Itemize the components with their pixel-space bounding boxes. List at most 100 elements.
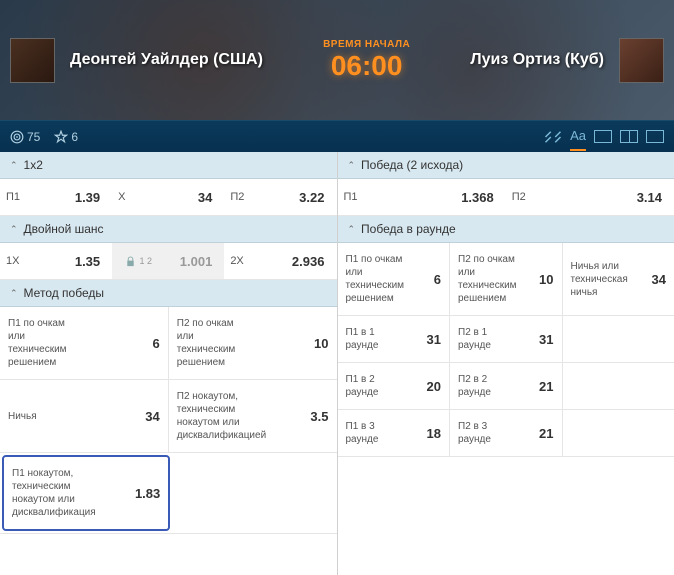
outcome-label: П2 в 3 раунде: [450, 410, 506, 456]
target-count: 75: [27, 130, 40, 144]
section-title: Метод победы: [24, 286, 104, 300]
section-header-dc[interactable]: ⌃ Двойной шанс: [0, 216, 337, 243]
market-row: П1 в 1 раунде31 П2 в 1 раунде31: [338, 316, 674, 363]
outcome-label[interactable]: П2: [506, 179, 587, 215]
outcome-label[interactable]: X: [112, 179, 165, 215]
fighter-left: Деонтей Уайлдер (США): [10, 38, 263, 83]
outcome-cell[interactable]: П2 по очкам или техническим решением10: [169, 307, 337, 379]
time-value: 06:00: [323, 50, 410, 82]
lock-icon: [125, 256, 136, 267]
outcome-label: П1 по очкам или техническим решением: [338, 243, 413, 315]
outcome-odd[interactable]: 1.35: [53, 243, 112, 279]
fighter-right: Луиз Ортиз (Куб): [470, 38, 664, 83]
font-size-toggle[interactable]: Aa: [570, 122, 586, 151]
outcome-label: П1 нокаутом, техническим нокаутом или ди…: [4, 457, 104, 529]
lock-sup: 1 2: [139, 257, 152, 266]
section-header-round[interactable]: ⌃Победа в раунде: [338, 216, 674, 243]
outcome-label: П2 в 1 раунде: [450, 316, 506, 362]
outcome-odd: 21: [506, 410, 562, 456]
outcome-cell[interactable]: П1 в 3 раунде18: [338, 410, 451, 456]
outcome-label[interactable]: 2X: [224, 243, 277, 279]
chevron-up-icon: ⌃: [10, 160, 18, 171]
market-row: П1 по очкам или техническим решением6 П2…: [338, 243, 674, 316]
outcome-label[interactable]: П2: [224, 179, 277, 215]
outcome-cell-empty: [563, 410, 674, 456]
outcome-cell[interactable]: П2 в 1 раунде31: [450, 316, 563, 362]
fighter1-avatar: [10, 38, 55, 83]
outcome-odd[interactable]: 34: [165, 179, 224, 215]
star-count: 6: [71, 130, 78, 144]
outcome-cell-selected[interactable]: П1 нокаутом, техническим нокаутом или ди…: [2, 455, 170, 531]
section-header-method[interactable]: ⌃ Метод победы: [0, 280, 337, 307]
outcome-cell-empty: [563, 316, 674, 362]
outcome-odd: 10: [253, 307, 337, 379]
outcome-odd[interactable]: 1.368: [419, 179, 506, 215]
right-column: ⌃ Победа (2 исхода) П1 1.368 П2 3.14 ⌃Поб…: [338, 152, 674, 575]
outcome-odd[interactable]: 3.22: [277, 179, 336, 215]
outcome-label: П2 по очкам или техническим решением: [450, 243, 525, 315]
chevron-up-icon: ⌃: [10, 288, 18, 299]
market-row: П1 нокаутом, техническим нокаутом или ди…: [0, 453, 337, 534]
outcome-odd: 6: [412, 243, 449, 315]
outcome-odd[interactable]: 3.14: [587, 179, 674, 215]
chevron-up-icon: ⌃: [348, 160, 356, 171]
favorites-counter[interactable]: 6: [54, 130, 78, 144]
outcome-cell[interactable]: Ничья34: [0, 380, 169, 452]
section-header-win2[interactable]: ⌃ Победа (2 исхода): [338, 152, 674, 179]
outcome-odd: 1.83: [104, 457, 169, 529]
time-label: ВРЕМЯ НАЧАЛА: [323, 39, 410, 50]
outcome-label: П1 по очкам или техническим решением: [0, 307, 84, 379]
outcome-odd: 10: [525, 243, 562, 315]
outcome-label[interactable]: П1: [338, 179, 419, 215]
outcome-cell[interactable]: П1 по очкам или техническим решением6: [338, 243, 451, 315]
layout-single[interactable]: [594, 130, 612, 143]
section-title: Победа (2 исхода): [361, 158, 463, 172]
outcome-cell[interactable]: П2 в 2 раунде21: [450, 363, 563, 409]
outcome-cell[interactable]: П1 в 1 раунде31: [338, 316, 451, 362]
outcome-label: П2 по очкам или техническим решением: [169, 307, 253, 379]
section-title: Победа в раунде: [361, 222, 456, 236]
expand-icon[interactable]: [544, 130, 562, 144]
layout-alt[interactable]: [646, 130, 664, 143]
outcome-label: П2 в 2 раунде: [450, 363, 506, 409]
outcome-cell[interactable]: Ничья или техническая ничья34: [563, 243, 674, 315]
outcome-label[interactable]: П1: [0, 179, 53, 215]
target-icon: [10, 130, 24, 144]
market-row: П1 в 2 раунде20 П2 в 2 раунде21: [338, 363, 674, 410]
target-counter[interactable]: 75: [10, 130, 40, 144]
outcome-odd[interactable]: 2.936: [277, 243, 336, 279]
outcome-label: Ничья или техническая ничья: [563, 243, 636, 315]
markets-content: ⌃1x2 П1 1.39 X 34 П2 3.22 ⌃Двойной шанс …: [0, 152, 674, 575]
toolbar: 75 6 Aa: [0, 120, 674, 152]
odds-row: П1 1.39 X 34 П2 3.22: [0, 179, 337, 216]
outcome-label[interactable]: 1X: [0, 243, 53, 279]
outcome-label: [563, 363, 619, 409]
outcome-cell[interactable]: П2 нокаутом, техническим нокаутом или ди…: [169, 380, 337, 452]
outcome-label: П1 в 3 раунде: [338, 410, 394, 456]
fighter1-name: Деонтей Уайлдер (США): [70, 50, 263, 71]
section-header-1x2[interactable]: ⌃ 1x2: [0, 152, 337, 179]
outcome-cell[interactable]: П1 по очкам или техническим решением6: [0, 307, 169, 379]
outcome-label: П1 в 1 раунде: [338, 316, 394, 362]
outcome-odd: 31: [393, 316, 449, 362]
section-title: Двойной шанс: [24, 222, 104, 236]
outcome-cell-empty: [172, 453, 336, 533]
outcome-cell-empty: [563, 363, 674, 409]
event-hero: Деонтей Уайлдер (США) ВРЕМЯ НАЧАЛА 06:00…: [0, 0, 674, 120]
outcome-odd: 21: [506, 363, 562, 409]
outcome-label: П2 нокаутом, техническим нокаутом или ди…: [169, 380, 274, 452]
section-title: 1x2: [24, 158, 43, 172]
odds-row: П1 1.368 П2 3.14: [338, 179, 674, 216]
start-timer: ВРЕМЯ НАЧАЛА 06:00: [323, 39, 410, 82]
odds-row: 1X 1.35 1 2 1.001 2X 2.936: [0, 243, 337, 280]
layout-split[interactable]: [620, 130, 638, 143]
chevron-up-icon: ⌃: [10, 224, 18, 235]
outcome-odd[interactable]: 1.39: [53, 179, 112, 215]
outcome-odd: 20: [393, 363, 449, 409]
outcome-cell[interactable]: П2 по очкам или техническим решением10: [450, 243, 563, 315]
outcome-cell[interactable]: П2 в 3 раунде21: [450, 410, 563, 456]
market-row: Ничья34 П2 нокаутом, техническим нокауто…: [0, 380, 337, 453]
outcome-odd: [618, 363, 674, 409]
outcome-cell[interactable]: П1 в 2 раунде20: [338, 363, 451, 409]
outcome-label: [563, 410, 619, 456]
